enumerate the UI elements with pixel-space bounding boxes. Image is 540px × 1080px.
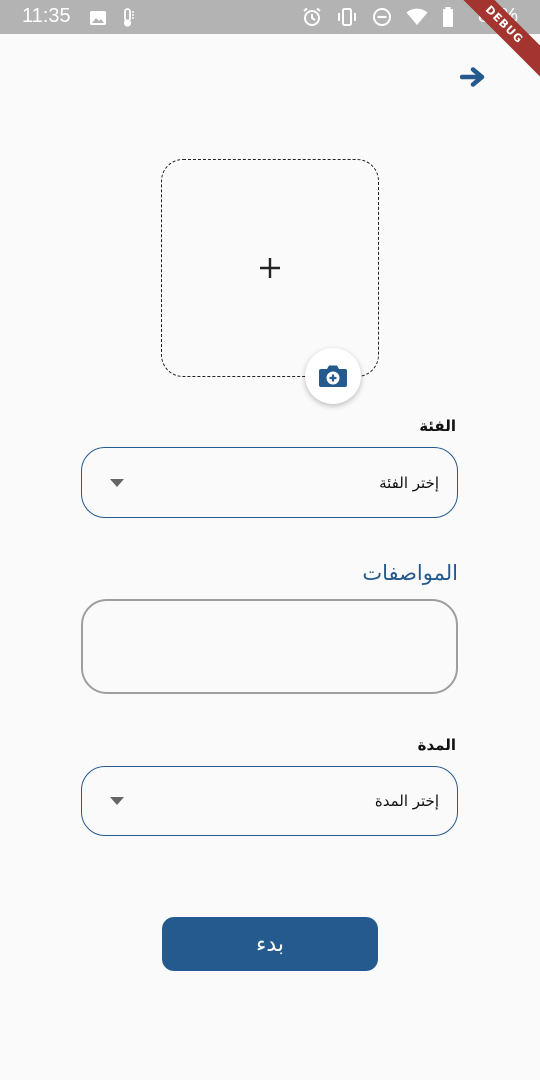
start-button[interactable]: بدء <box>162 917 378 971</box>
duration-dropdown-value: إختر المدة <box>374 792 439 810</box>
specs-input[interactable] <box>81 599 458 694</box>
category-dropdown-value: إختر الفئة <box>379 473 439 492</box>
battery-icon <box>443 7 453 27</box>
plus-icon <box>260 258 280 278</box>
camera-icon <box>319 365 347 387</box>
forward-button[interactable] <box>458 64 488 90</box>
status-time: 11:35 <box>22 5 71 27</box>
status-bar: 11:35 DEBUG <box>0 0 540 83</box>
category-label: الفئة <box>419 417 456 435</box>
specs-label: المواصفات <box>362 561 458 585</box>
alarm-icon <box>303 7 321 26</box>
dropdown-arrow-icon <box>110 478 124 487</box>
duration-label: المدة <box>417 736 456 754</box>
image-icon <box>90 11 106 25</box>
do-not-disturb-icon <box>373 8 391 26</box>
category-dropdown[interactable]: إختر الفئة <box>81 447 458 518</box>
dropdown-arrow-icon <box>110 797 124 805</box>
arrow-right-icon <box>460 67 485 87</box>
thermometer-icon <box>123 8 134 27</box>
image-picker[interactable] <box>161 159 379 377</box>
status-left-icons <box>89 8 135 28</box>
status-right-icons <box>302 7 454 27</box>
camera-button[interactable] <box>305 348 361 404</box>
duration-dropdown[interactable]: إختر المدة <box>81 766 458 836</box>
vibrate-icon <box>338 8 356 26</box>
wifi-icon <box>406 8 428 25</box>
